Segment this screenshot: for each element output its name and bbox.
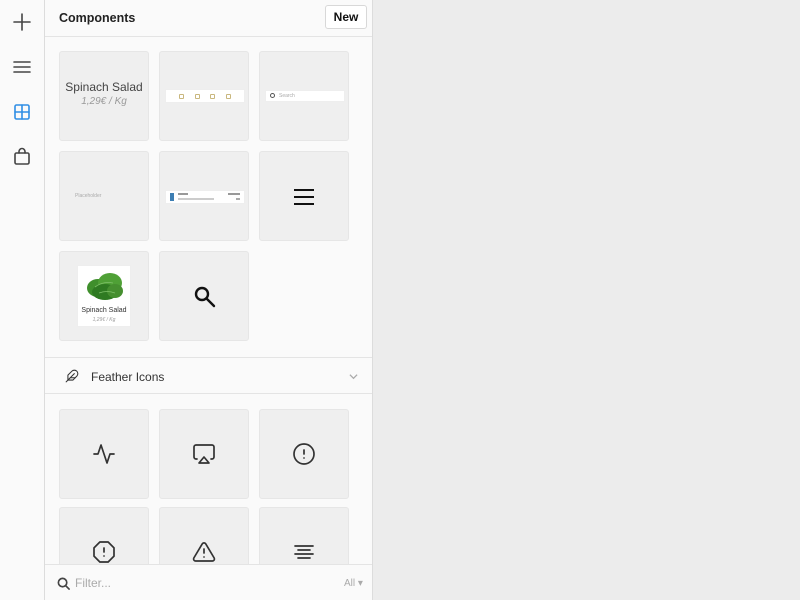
tile-product-name: Spinach Salad bbox=[65, 80, 143, 94]
activity-icon bbox=[93, 444, 115, 464]
search-icon bbox=[57, 577, 70, 590]
mini-tab-bar bbox=[165, 89, 245, 103]
components-panel: Components New Spinach Salad 1,29€ / Kg … bbox=[45, 0, 373, 600]
icon-tile-airplay[interactable] bbox=[159, 409, 249, 499]
left-toolbar bbox=[0, 0, 45, 600]
canvas-area[interactable] bbox=[374, 0, 800, 600]
component-tile-search-bar[interactable]: Search bbox=[259, 51, 349, 141]
add-button[interactable] bbox=[9, 9, 35, 35]
component-tile-search-icon[interactable] bbox=[159, 251, 249, 341]
card-product-name: Spinach Salad bbox=[81, 307, 127, 314]
mini-list-item bbox=[165, 190, 245, 204]
section-label: Feather Icons bbox=[91, 370, 165, 384]
grid-icon bbox=[14, 104, 30, 120]
feather-icons-section-header[interactable]: Feather Icons bbox=[45, 357, 372, 394]
hamburger-icon bbox=[294, 189, 314, 210]
component-tile-placeholder[interactable]: Placeholder bbox=[59, 151, 149, 241]
menu-icon bbox=[13, 61, 31, 73]
tile-product-price: 1,29€ / Kg bbox=[81, 96, 127, 107]
panel-header: Components New bbox=[45, 0, 372, 37]
filter-bar: All ▾ bbox=[45, 564, 372, 600]
store-button[interactable] bbox=[9, 144, 35, 170]
plus-icon bbox=[13, 13, 31, 31]
bag-icon bbox=[14, 147, 30, 165]
new-button[interactable]: New bbox=[325, 5, 367, 29]
alert-triangle-icon bbox=[192, 542, 216, 562]
feather-icon bbox=[65, 369, 79, 383]
components-button[interactable] bbox=[9, 99, 35, 125]
filter-input[interactable] bbox=[75, 574, 325, 592]
mini-search-bar: Search bbox=[265, 90, 345, 102]
component-tile-list-item[interactable] bbox=[159, 151, 249, 241]
component-tile-product-label[interactable]: Spinach Salad 1,29€ / Kg bbox=[59, 51, 149, 141]
alert-octagon-icon bbox=[93, 541, 115, 563]
spinach-image bbox=[87, 273, 123, 300]
menu-button[interactable] bbox=[9, 54, 35, 80]
icon-tile-alert-circle[interactable] bbox=[259, 409, 349, 499]
mini-search-icon bbox=[270, 93, 275, 98]
product-card: Spinach Salad 1,29€ / Kg bbox=[77, 265, 131, 327]
component-tile-product-card[interactable]: Spinach Salad 1,29€ / Kg bbox=[59, 251, 149, 341]
align-center-icon bbox=[294, 545, 314, 559]
mini-search-placeholder: Search bbox=[279, 93, 295, 99]
search-icon bbox=[194, 286, 216, 308]
filter-scope-value: All bbox=[344, 578, 356, 589]
component-tile-hamburger[interactable] bbox=[259, 151, 349, 241]
panel-title: Components bbox=[59, 11, 136, 25]
card-product-price: 1,29€ / Kg bbox=[92, 317, 116, 323]
placeholder-text: Placeholder bbox=[75, 193, 102, 199]
alert-circle-icon bbox=[293, 443, 315, 465]
airplay-icon bbox=[193, 444, 215, 464]
chevron-down-icon[interactable] bbox=[349, 372, 358, 381]
filter-scope-select[interactable]: All ▾ bbox=[344, 578, 363, 589]
component-tile-tab-bar[interactable] bbox=[159, 51, 249, 141]
icon-tile-activity[interactable] bbox=[59, 409, 149, 499]
